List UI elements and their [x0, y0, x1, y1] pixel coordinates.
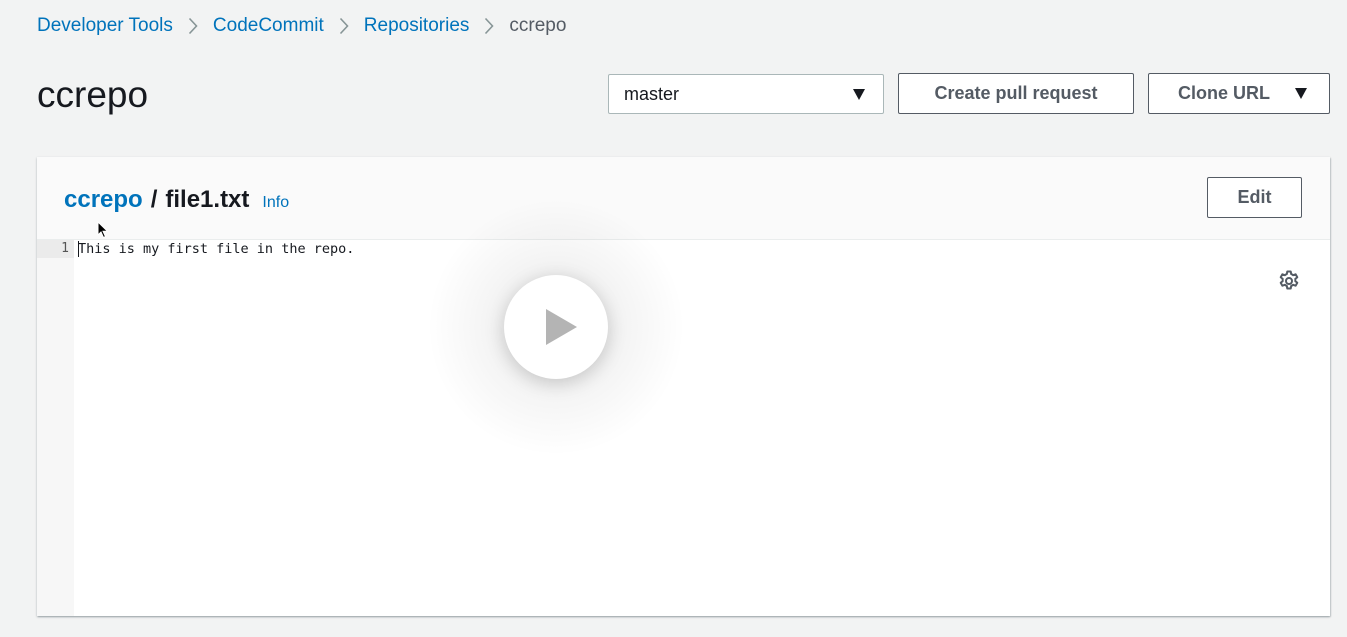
edit-label: Edit [1237, 187, 1272, 207]
gear-icon[interactable] [1277, 269, 1301, 293]
code-line[interactable]: This is my first file in the repo. [78, 240, 354, 258]
file-name: file1.txt [165, 186, 250, 213]
clone-url-label: Clone URL [1178, 83, 1270, 103]
file-path: ccrepo / file1.txt Info [64, 185, 289, 218]
page: Developer Tools CodeCommit Repositories … [0, 0, 1347, 637]
info-link[interactable]: Info [262, 188, 289, 218]
clone-url-button[interactable]: Clone URL [1148, 73, 1330, 114]
play-button[interactable] [504, 275, 608, 379]
breadcrumb: Developer Tools CodeCommit Repositories … [37, 13, 566, 39]
create-pull-request-button[interactable]: Create pull request [898, 73, 1134, 114]
file-card: ccrepo / file1.txt Info Edit 1 This is m… [37, 157, 1330, 616]
branch-select[interactable]: master [608, 74, 884, 114]
chevron-right-icon [339, 17, 349, 35]
code-editor[interactable]: 1 This is my first file in the repo. [37, 240, 1330, 616]
breadcrumb-repositories[interactable]: Repositories [364, 15, 470, 37]
repo-link[interactable]: ccrepo [64, 185, 143, 215]
caret-down-icon [1295, 88, 1307, 99]
gutter-active-line: 1 [37, 240, 74, 258]
caret-down-icon [853, 88, 865, 100]
page-title: ccrepo [37, 74, 149, 115]
play-icon [546, 309, 577, 345]
chevron-right-icon [188, 17, 198, 35]
path-separator: / [150, 186, 158, 213]
breadcrumb-current: ccrepo [509, 15, 567, 36]
breadcrumb-codecommit[interactable]: CodeCommit [213, 15, 324, 37]
breadcrumb-developer-tools[interactable]: Developer Tools [37, 15, 173, 37]
line-gutter: 1 [37, 240, 74, 616]
file-card-header: ccrepo / file1.txt Info Edit [37, 157, 1330, 240]
line-number: 1 [61, 241, 69, 256]
edit-button[interactable]: Edit [1207, 177, 1302, 218]
branch-select-value: master [624, 83, 680, 104]
chevron-right-icon [484, 17, 494, 35]
create-pull-request-label: Create pull request [934, 83, 1098, 103]
